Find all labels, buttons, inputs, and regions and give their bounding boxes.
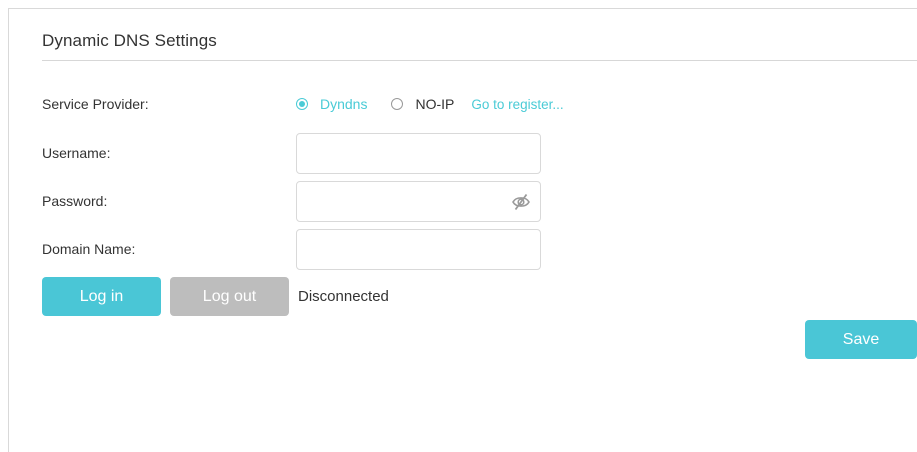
username-input[interactable] — [297, 134, 540, 173]
service-provider-label: Service Provider: — [42, 96, 149, 112]
service-provider-radio-group: Dyndns NO-IP Go to register... — [296, 94, 564, 114]
username-label: Username: — [42, 145, 111, 161]
domain-name-field-container — [296, 229, 541, 270]
eye-off-icon[interactable] — [511, 193, 531, 211]
password-field-container — [296, 181, 541, 222]
dyndns-radio-label[interactable]: Dyndns — [320, 96, 367, 112]
domain-name-label: Domain Name: — [42, 241, 136, 257]
username-field-container — [296, 133, 541, 174]
title-divider — [42, 60, 917, 61]
go-to-register-link[interactable]: Go to register... — [471, 97, 563, 112]
connection-status: Disconnected — [298, 288, 389, 305]
save-button[interactable]: Save — [805, 320, 917, 359]
login-button[interactable]: Log in — [42, 277, 161, 316]
domain-name-input[interactable] — [297, 230, 540, 269]
page-title: Dynamic DNS Settings — [42, 31, 217, 50]
noip-radio[interactable] — [391, 98, 404, 110]
password-input[interactable] — [297, 182, 540, 221]
password-label: Password: — [42, 193, 108, 209]
noip-radio-label[interactable]: NO-IP — [415, 96, 454, 112]
logout-button[interactable]: Log out — [170, 277, 289, 316]
dyndns-radio[interactable] — [296, 98, 308, 110]
